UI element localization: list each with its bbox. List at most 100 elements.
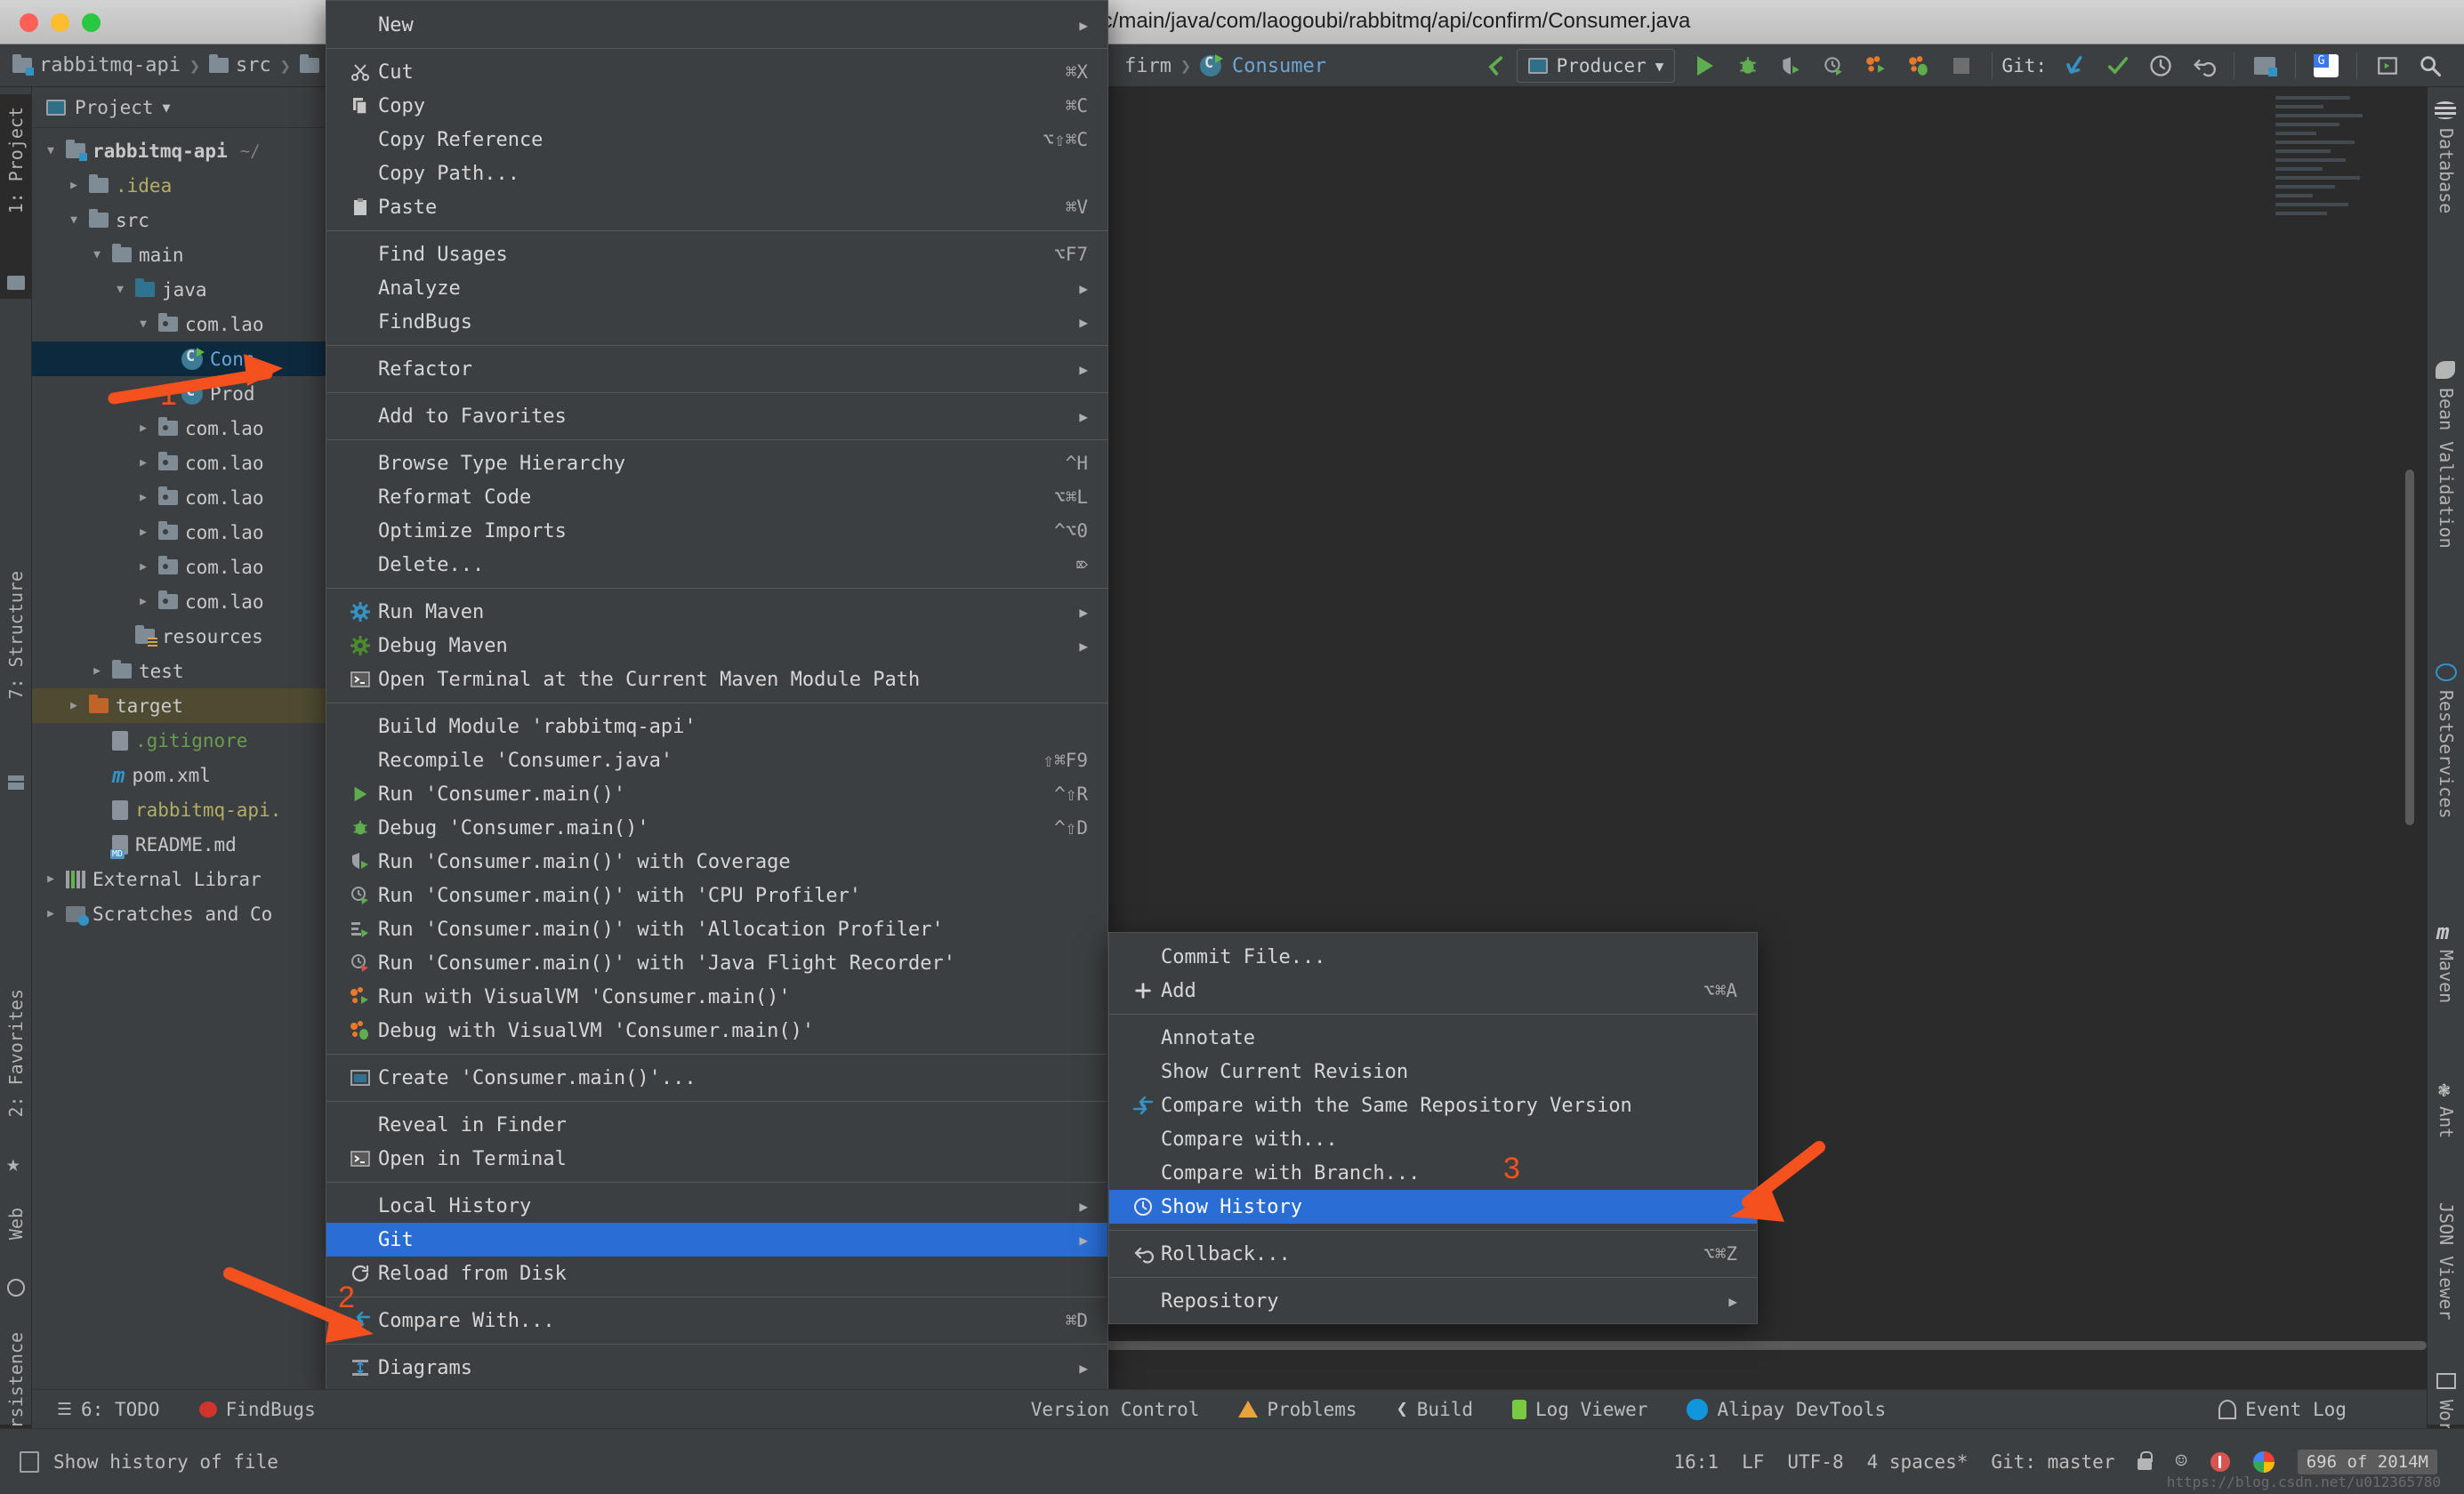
menu-item-open-terminal-at-the-current-maven-module-path[interactable]: Open Terminal at the Current Maven Modul… xyxy=(326,663,1107,696)
menu-item-run-maven[interactable]: Run Maven ▶ xyxy=(326,595,1107,629)
tool-button-build[interactable]: ❮ Build xyxy=(1397,1398,1473,1420)
menu-item-browse-type-hierarchy[interactable]: Browse Type Hierarchy ^H xyxy=(326,446,1107,480)
tree-node-com-lao[interactable]: ▶ com.lao xyxy=(32,411,363,446)
tree-node-src[interactable]: ▼ src xyxy=(32,203,363,237)
open-tool-icon[interactable] xyxy=(2366,46,2409,85)
menu-item-annotate[interactable]: Annotate xyxy=(1109,1021,1757,1055)
search-everywhere-icon[interactable] xyxy=(2409,46,2452,85)
menu-item-optimize-imports[interactable]: Optimize Imports ^⌥0 xyxy=(326,514,1107,548)
tree-node-com-lao[interactable]: ▼ com.lao xyxy=(32,307,363,341)
menu-item-compare-with-the-same-repository-version[interactable]: Compare with the Same Repository Version xyxy=(1109,1088,1757,1122)
sidebar-item-bean-validation[interactable]: Bean Validation xyxy=(2428,354,2464,612)
menu-item-commit-file[interactable]: Commit File... xyxy=(1109,940,1757,974)
tree-node-idea[interactable]: ▶ .idea xyxy=(32,168,363,203)
editor-vertical-scrollbar[interactable] xyxy=(2405,470,2414,825)
menu-item-reformat-code[interactable]: Reformat Code ⌥⌘L xyxy=(326,480,1107,514)
sidebar-item-project[interactable]: 1: Project xyxy=(0,94,32,299)
sidebar-item-database[interactable]: Database xyxy=(2428,94,2464,317)
inspector-icon[interactable]: ☺ xyxy=(2175,1450,2186,1473)
maximize-window-button[interactable] xyxy=(82,13,101,32)
tree-twisty-expanded-icon[interactable]: ▼ xyxy=(87,248,107,261)
translate-icon[interactable]: G xyxy=(2305,46,2347,85)
menu-item-diagrams[interactable]: Diagrams ▶ xyxy=(326,1351,1107,1385)
indent-setting[interactable]: 4 spaces* xyxy=(1867,1451,1969,1473)
editor-minimap[interactable] xyxy=(2275,96,2382,292)
back-navigation-icon[interactable] xyxy=(1474,46,1517,85)
project-tree[interactable]: ▼ rabbitmq-api ~/ ▶ .idea ▼ src ▼ main ▼ java ▼ com.… xyxy=(32,128,363,1355)
tree-node-rabbitmq-api[interactable]: rabbitmq-api. xyxy=(32,792,363,827)
menu-item-run-consumer-main-with-allocation-profiler[interactable]: Run 'Consumer.main()' with 'Allocation P… xyxy=(326,912,1107,946)
menu-item-findbugs[interactable]: FindBugs ▶ xyxy=(326,305,1107,339)
menu-item-show-current-revision[interactable]: Show Current Revision xyxy=(1109,1055,1757,1088)
tree-twisty-collapsed-icon[interactable]: ▶ xyxy=(133,526,153,539)
tree-twisty-expanded-icon[interactable]: ▼ xyxy=(41,144,60,157)
menu-item-new[interactable]: New ▶ xyxy=(326,8,1107,42)
menu-item-copy-reference[interactable]: Copy Reference ⌥⇧⌘C xyxy=(326,123,1107,157)
memory-indicator[interactable]: 696 of 2014M xyxy=(2297,1449,2437,1474)
tree-node-com-lao[interactable]: ▶ com.lao xyxy=(32,515,363,550)
git-submenu[interactable]: Commit File... Add ⌥⌘A Annotate Show Current… xyxy=(1108,932,1758,1324)
sidebar-item-structure[interactable]: 7: Structure xyxy=(0,558,32,799)
menu-item-compare-with[interactable]: Compare With... ⌘D xyxy=(326,1304,1107,1337)
sidebar-item-json-viewer[interactable]: JSON Viewer xyxy=(2428,1199,2464,1359)
tree-twisty-collapsed-icon[interactable]: ▶ xyxy=(133,422,153,435)
menu-item-run-consumer-main-with-java-flight-recorder[interactable]: Run 'Consumer.main()' with 'Java Flight … xyxy=(326,946,1107,980)
menu-item-compare-with[interactable]: Compare with... xyxy=(1109,1122,1757,1156)
google-translate-icon[interactable] xyxy=(2252,1450,2275,1473)
menu-item-paste[interactable]: Paste ⌘V xyxy=(326,190,1107,224)
sidebar-item-maven[interactable]: m Maven xyxy=(2428,914,2464,1065)
tree-twisty-collapsed-icon[interactable]: ▶ xyxy=(64,699,84,712)
git-rollback-icon[interactable] xyxy=(2182,46,2225,85)
menu-item-add-to-favorites[interactable]: Add to Favorites ▶ xyxy=(326,399,1107,433)
tree-twisty-collapsed-icon[interactable]: ▶ xyxy=(41,907,60,920)
project-panel-header[interactable]: Project ▼ xyxy=(32,87,363,128)
menu-item-add[interactable]: Add ⌥⌘A xyxy=(1109,974,1757,1008)
menu-item-debug-maven[interactable]: Debug Maven ▶ xyxy=(326,629,1107,663)
profile-icon[interactable] xyxy=(1812,46,1855,85)
git-branch[interactable]: Git: master xyxy=(1991,1451,2114,1473)
tree-twisty-collapsed-icon[interactable]: ▶ xyxy=(133,456,153,470)
tool-button-event-log[interactable]: Event Log xyxy=(2218,1399,2347,1420)
sidebar-item-ant[interactable]: ❃ Ant xyxy=(2428,1074,2464,1190)
menu-item-copy[interactable]: Copy ⌘C xyxy=(326,89,1107,123)
lock-icon[interactable] xyxy=(2138,1451,2154,1470)
tree-twisty-collapsed-icon[interactable]: ▶ xyxy=(133,560,153,574)
tree-node-test[interactable]: ▶ test xyxy=(32,654,363,688)
tree-node-main[interactable]: ▼ main xyxy=(32,237,363,272)
tree-node-readme-md[interactable]: README.md xyxy=(32,827,363,862)
tree-twisty-expanded-icon[interactable]: ▼ xyxy=(64,213,84,227)
tool-button-alipay-devtools[interactable]: Alipay DevTools xyxy=(1687,1398,1886,1420)
tree-node-resources[interactable]: resources xyxy=(32,619,363,654)
tree-twisty-expanded-icon[interactable]: ▼ xyxy=(133,317,153,331)
menu-item-copy-path[interactable]: Copy Path... xyxy=(326,157,1107,190)
git-update-icon[interactable] xyxy=(2054,46,2097,85)
tree-twisty-expanded-icon[interactable]: ▼ xyxy=(110,283,130,296)
run-configuration-selector[interactable]: Producer ▼ xyxy=(1516,49,1676,83)
project-structure-icon[interactable] xyxy=(2243,46,2286,85)
menu-item-create-consumer-main[interactable]: Create 'Consumer.main()'... xyxy=(326,1061,1107,1095)
menu-item-repository[interactable]: Repository ▶ xyxy=(1109,1284,1757,1318)
sidebar-item-rest-services[interactable]: RestServices xyxy=(2428,656,2464,879)
menu-item-analyze[interactable]: Analyze ▶ xyxy=(326,271,1107,305)
menu-item-debug-consumer-main[interactable]: Debug 'Consumer.main()' ^⇧D xyxy=(326,811,1107,845)
tree-twisty-collapsed-icon[interactable]: ▶ xyxy=(133,491,153,504)
tree-node-target[interactable]: ▶ target xyxy=(32,688,363,723)
visualvm-debug-icon[interactable] xyxy=(1897,46,1940,85)
tree-node-com-lao[interactable]: ▶ com.lao xyxy=(32,446,363,480)
caret-position[interactable]: 16:1 xyxy=(1674,1451,1719,1473)
menu-item-show-history[interactable]: Show History xyxy=(1109,1190,1757,1224)
tool-button-version-control[interactable]: Version Control xyxy=(1031,1399,1200,1420)
tool-button-log-viewer[interactable]: Log Viewer xyxy=(1512,1399,1647,1420)
tool-button-problems[interactable]: Problems xyxy=(1238,1399,1357,1420)
menu-item-local-history[interactable]: Local History ▶ xyxy=(326,1189,1107,1223)
menu-item-reload-from-disk[interactable]: Reload from Disk xyxy=(326,1257,1107,1290)
tree-node-com-lao[interactable]: ▶ com.lao xyxy=(32,550,363,584)
tree-twisty-collapsed-icon[interactable]: ▶ xyxy=(133,595,153,608)
editor-horizontal-scrollbar[interactable] xyxy=(1039,1341,2427,1350)
sidebar-item-favorites[interactable]: 2: Favorites ★ xyxy=(0,976,32,1190)
tree-node-pom-xml[interactable]: m pom.xml xyxy=(32,758,363,792)
sidebar-item-web[interactable]: Web xyxy=(0,1199,32,1305)
menu-item-open-in-terminal[interactable]: Open in Terminal xyxy=(326,1142,1107,1176)
tree-node-scratches-and-co[interactable]: ▶ Scratches and Co xyxy=(32,896,363,931)
tool-button-findbugs[interactable]: FindBugs xyxy=(198,1399,316,1420)
